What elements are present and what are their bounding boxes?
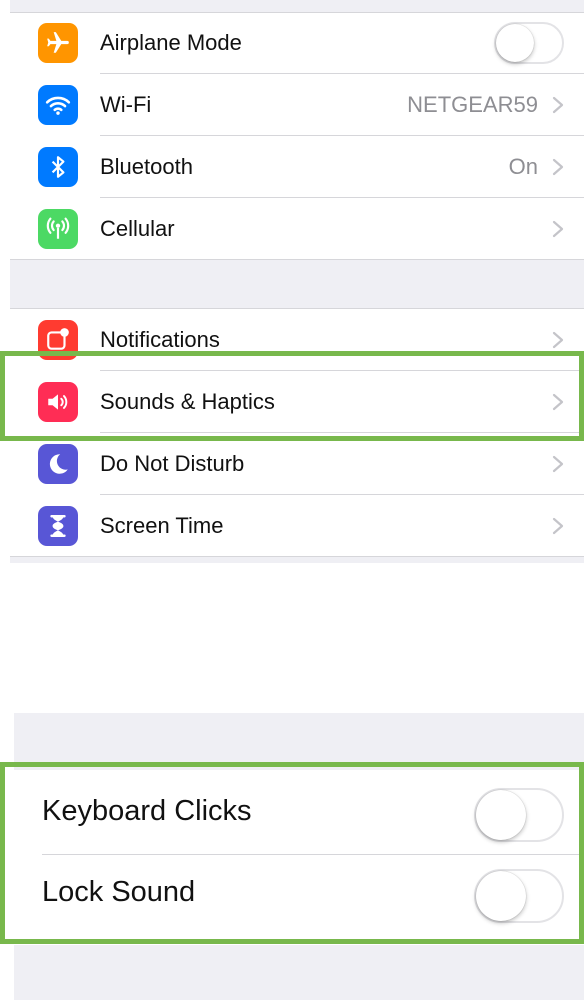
keyboard-clicks-label: Keyboard Clicks bbox=[42, 795, 252, 827]
notifications-label: Notifications bbox=[100, 327, 220, 352]
keyboard-clicks-toggle[interactable] bbox=[474, 788, 564, 842]
moon-icon bbox=[38, 444, 78, 484]
do-not-disturb-label: Do Not Disturb bbox=[100, 451, 245, 476]
airplane-mode-toggle[interactable] bbox=[494, 22, 564, 64]
top-gray-strip bbox=[10, 0, 584, 12]
airplane-icon bbox=[38, 23, 78, 63]
do-not-disturb-row[interactable]: Do Not Disturb bbox=[10, 433, 584, 495]
cellular-label: Cellular bbox=[100, 216, 175, 241]
chevron-right-icon bbox=[552, 455, 564, 473]
chevron-right-icon bbox=[552, 220, 564, 238]
toggle-knob bbox=[496, 24, 534, 62]
bluetooth-status-value: On bbox=[508, 154, 538, 179]
sounds-haptics-label: Sounds & Haptics bbox=[100, 389, 275, 414]
bottom-gray-strip bbox=[10, 557, 584, 563]
lock-sound-toggle[interactable] bbox=[474, 869, 564, 923]
airplane-mode-row: Airplane Mode bbox=[10, 12, 584, 74]
airplane-mode-label: Airplane Mode bbox=[100, 30, 242, 55]
bluetooth-label: Bluetooth bbox=[100, 154, 193, 179]
toggle-knob bbox=[476, 790, 526, 840]
wifi-icon bbox=[38, 85, 78, 125]
chevron-right-icon bbox=[552, 158, 564, 176]
bluetooth-icon bbox=[38, 147, 78, 187]
section-separator bbox=[10, 260, 584, 308]
lock-sound-label: Lock Sound bbox=[42, 876, 196, 908]
notifications-icon bbox=[38, 320, 78, 360]
cellular-antenna-icon bbox=[38, 209, 78, 249]
chevron-right-icon bbox=[552, 96, 564, 114]
wifi-label: Wi-Fi bbox=[100, 92, 152, 117]
screen-time-label: Screen Time bbox=[100, 513, 224, 538]
wifi-network-value: NETGEAR59 bbox=[407, 92, 538, 117]
wifi-row[interactable]: Wi-Fi NETGEAR59 bbox=[10, 74, 584, 136]
divider bbox=[42, 854, 584, 855]
chevron-right-icon bbox=[552, 517, 564, 535]
speaker-icon bbox=[38, 382, 78, 422]
sounds-panel-top-gray bbox=[14, 713, 584, 770]
bluetooth-row[interactable]: Bluetooth On bbox=[10, 136, 584, 198]
cellular-row[interactable]: Cellular bbox=[10, 198, 584, 260]
hourglass-icon bbox=[38, 506, 78, 546]
sounds-haptics-row[interactable]: Sounds & Haptics bbox=[10, 371, 584, 433]
chevron-right-icon bbox=[552, 331, 564, 349]
notifications-row[interactable]: Notifications bbox=[10, 309, 584, 371]
screen-time-row[interactable]: Screen Time bbox=[10, 495, 584, 557]
toggle-knob bbox=[476, 871, 526, 921]
sounds-panel-bottom-gray bbox=[14, 945, 584, 1000]
chevron-right-icon bbox=[552, 393, 564, 411]
